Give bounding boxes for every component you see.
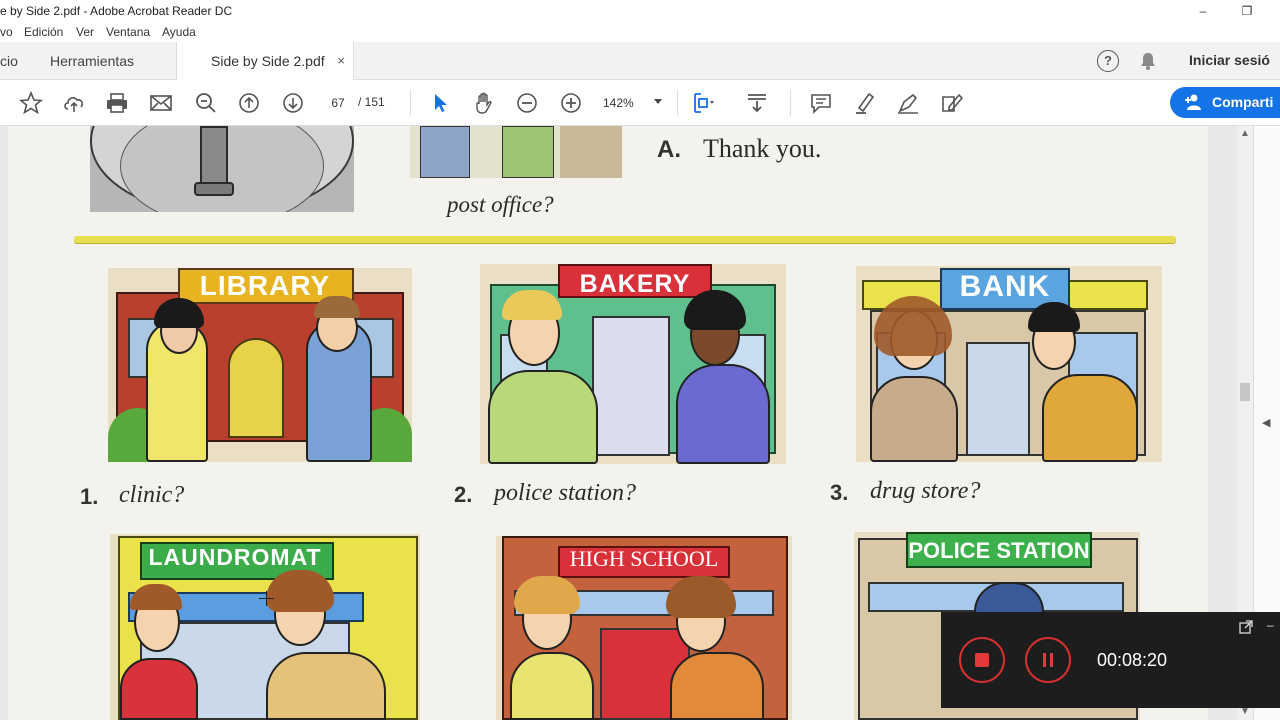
recording-timer: 00:08:20 — [1097, 650, 1168, 670]
menu-ver[interactable]: Ver — [76, 25, 94, 39]
minimize-button[interactable]: – — [1192, 2, 1214, 20]
tab-tools[interactable]: Herramientas — [50, 42, 170, 80]
stop-recording-button[interactable] — [959, 637, 1005, 683]
add-user-icon — [1185, 94, 1201, 110]
menu-ayuda[interactable]: Ayuda — [162, 25, 196, 39]
tab-document-label: Side by Side 2.pdf — [211, 53, 325, 69]
window-title: e by Side 2.pdf - Adobe Acrobat Reader D… — [0, 4, 233, 18]
comment-icon[interactable] — [809, 91, 833, 115]
share-button[interactable]: Comparti — [1170, 87, 1280, 118]
zoom-out-icon[interactable] — [515, 91, 539, 115]
stop-icon — [975, 653, 989, 667]
question-3-number: 3. — [830, 480, 849, 505]
upload-icon[interactable] — [62, 91, 86, 115]
sign-library: LIBRARY — [199, 270, 331, 301]
page-total: / 151 — [358, 95, 385, 109]
scrollbar-thumb[interactable] — [1240, 383, 1250, 401]
answer-text: Thank you. — [703, 134, 822, 163]
pause-recording-button[interactable] — [1025, 637, 1071, 683]
question-3-text: drug store? — [870, 478, 981, 504]
prev-question: post office? — [447, 192, 554, 217]
menu-bar: vo Edición Ver Ventana Ayuda — [0, 22, 1280, 42]
pause-icon — [1050, 653, 1053, 667]
sign-police-station: POLICE STATION — [908, 538, 1090, 563]
fit-page-icon[interactable] — [690, 91, 714, 115]
tab-bar: cio Herramientas Side by Side 2.pdf × — [0, 42, 1280, 80]
toolbar: 67 / 151 142% Comparti — [0, 80, 1280, 126]
print-icon[interactable] — [105, 91, 129, 115]
sign-icon[interactable] — [896, 91, 920, 115]
expand-pane-icon[interactable]: ◀ — [1262, 416, 1270, 429]
answer-label: A. — [657, 136, 681, 163]
screen-recorder-widget: 00:08:20 – — [941, 612, 1280, 708]
question-1-text: clinic? — [119, 482, 185, 508]
toolbar-divider — [790, 90, 791, 116]
sign-laundromat: LAUNDROMAT — [148, 544, 322, 570]
page-up-icon[interactable] — [237, 91, 261, 115]
star-icon[interactable] — [18, 90, 44, 115]
acrobat-window: { "window": { "title": "e by Side 2.pdf … — [0, 0, 1280, 720]
tab-close-icon[interactable]: × — [337, 42, 345, 80]
sign-bakery: BAKERY — [579, 270, 691, 298]
zoom-dropdown-icon[interactable] — [654, 99, 662, 104]
mail-icon[interactable] — [149, 91, 173, 115]
expand-icon[interactable] — [1239, 620, 1253, 634]
signin-link[interactable]: Iniciar sesió — [1189, 52, 1270, 68]
menu-ventana[interactable]: Ventana — [106, 25, 150, 39]
bell-icon[interactable] — [1138, 51, 1158, 71]
page-down-icon[interactable] — [281, 91, 305, 115]
search-icon[interactable] — [194, 91, 218, 115]
fill-sign-icon[interactable] — [940, 91, 964, 115]
page-number-input[interactable]: 67 — [323, 92, 353, 114]
help-icon[interactable]: ? — [1097, 50, 1119, 72]
select-arrow-icon[interactable] — [428, 91, 452, 115]
toolbar-divider — [677, 90, 678, 116]
menu-edicion[interactable]: Edición — [24, 25, 63, 39]
restore-button[interactable]: ❐ — [1236, 2, 1258, 20]
illustration-post-office-people — [410, 126, 622, 178]
zoom-in-icon[interactable] — [559, 91, 583, 115]
scroll-mode-icon[interactable] — [745, 91, 769, 115]
share-button-label: Comparti — [1212, 94, 1274, 110]
scroll-up-icon[interactable]: ▲ — [1240, 128, 1250, 139]
title-bar: e by Side 2.pdf - Adobe Acrobat Reader D… — [0, 0, 1280, 22]
sign-high-school: HIGH SCHOOL — [569, 546, 719, 571]
illustration-street-pole — [90, 126, 354, 212]
section-divider — [74, 236, 1176, 243]
hand-icon[interactable] — [472, 91, 496, 115]
menu-archivo[interactable]: vo — [0, 25, 13, 39]
sign-bank: BANK — [959, 270, 1051, 303]
minimize-recorder-icon[interactable]: – — [1267, 618, 1274, 632]
tab-home[interactable]: cio — [0, 42, 40, 80]
question-2-number: 2. — [454, 482, 473, 507]
pause-icon — [1043, 653, 1046, 667]
question-2-text: police station? — [494, 480, 636, 506]
toolbar-divider — [410, 90, 411, 116]
crosshair-cursor-icon — [259, 591, 274, 606]
tab-document[interactable]: Side by Side 2.pdf × — [176, 42, 354, 80]
highlight-icon[interactable] — [853, 91, 877, 115]
question-1-number: 1. — [80, 484, 99, 509]
